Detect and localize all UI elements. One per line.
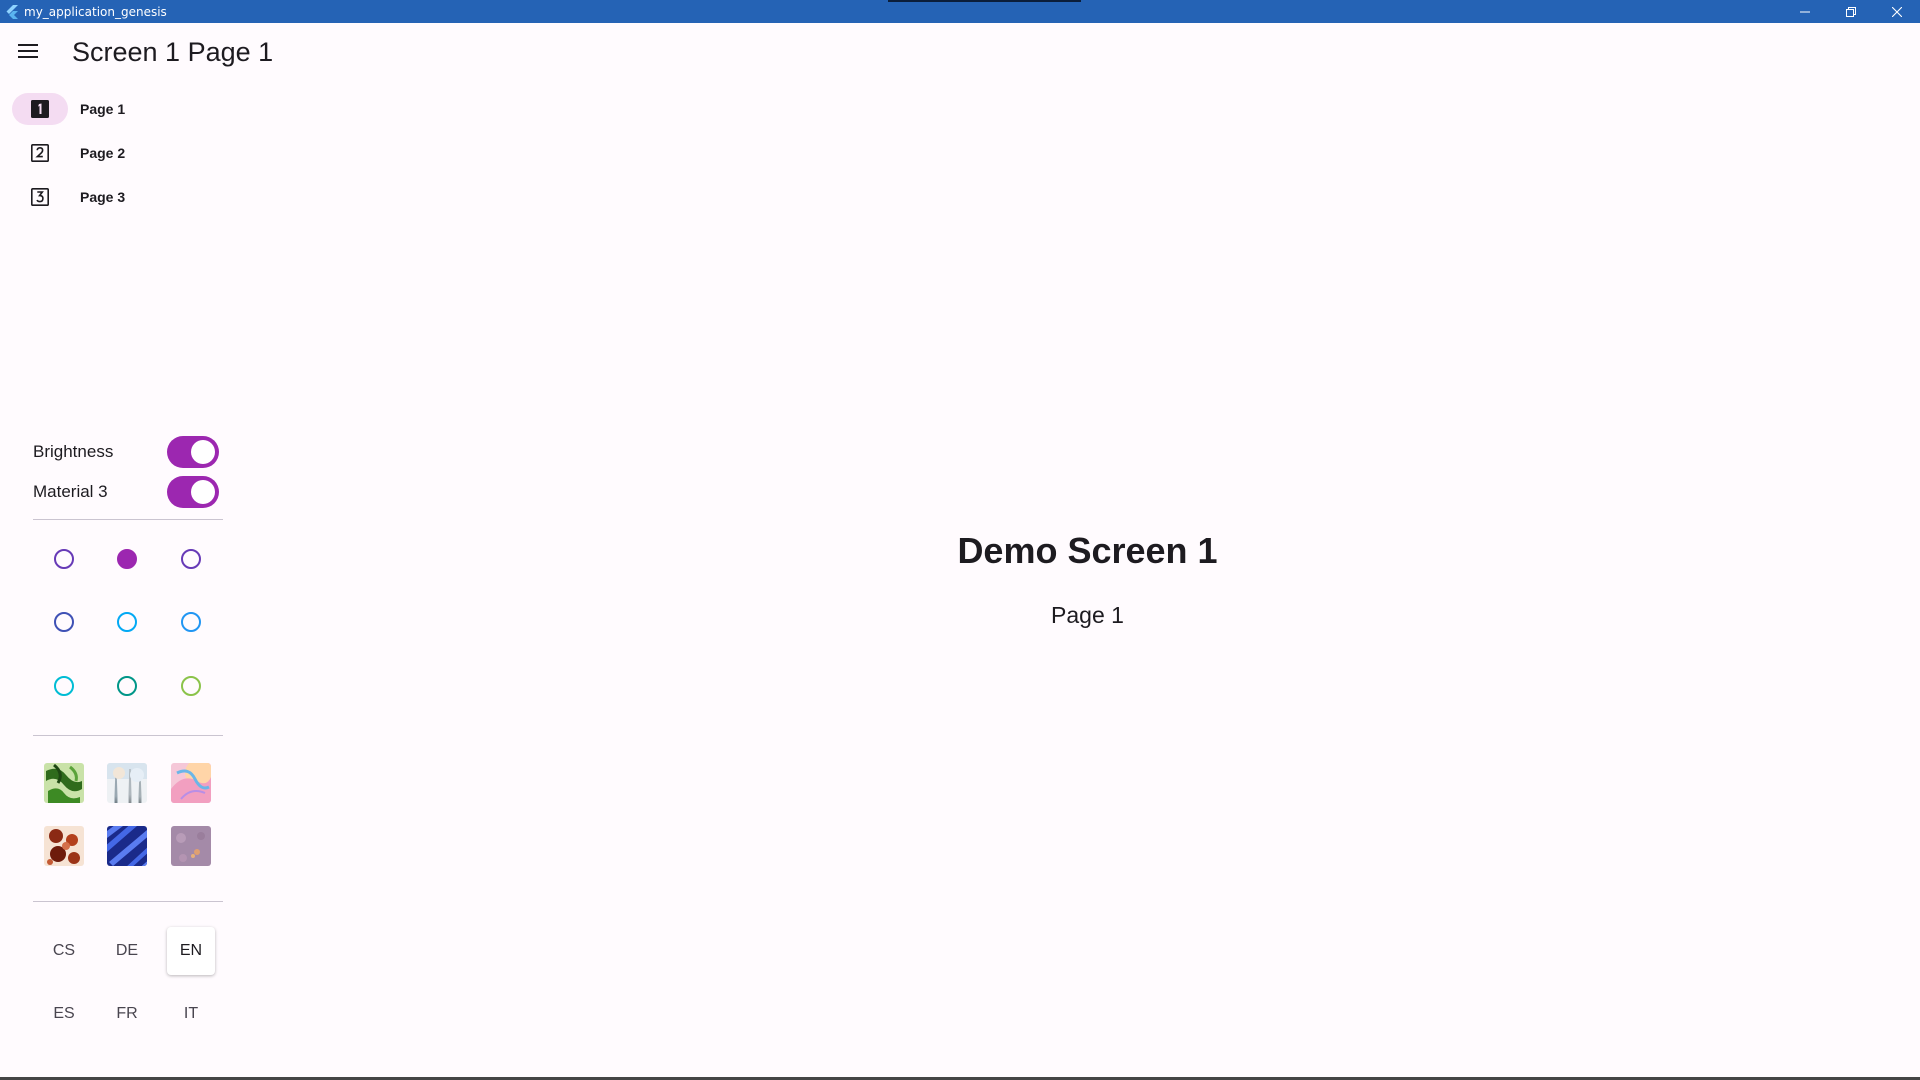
nav-item-label: Page 3 [80,189,126,205]
titlebar-accent [888,0,1081,2]
material3-setting: Material 3 [33,474,223,510]
language-cs-button[interactable]: CS [40,927,88,975]
language-es-button[interactable]: ES [40,990,88,1038]
window-titlebar[interactable]: my_application_genesis [0,0,1920,23]
nav-item-label: Page 2 [80,145,126,161]
material3-switch[interactable] [167,476,219,508]
pastel-swirl-image[interactable] [171,763,211,803]
restore-button[interactable] [1828,0,1874,23]
main-subheading: Page 1 [1051,602,1124,628]
filter-2-icon [30,143,49,162]
divider [33,901,223,902]
color-option-indigo[interactable] [54,612,74,632]
mauve-texture-image[interactable] [171,826,211,866]
filter-3-icon [30,187,49,206]
color-option-purple[interactable] [117,549,137,569]
material3-label: Material 3 [33,482,108,501]
close-button[interactable] [1874,0,1920,23]
menu-icon [18,44,38,58]
switch-thumb [191,480,215,504]
brightness-setting: Brightness [33,434,223,470]
color-option-light-blue[interactable] [117,612,137,632]
color-option-cyan[interactable] [54,676,74,696]
brightness-label: Brightness [33,442,114,461]
language-it-button[interactable]: IT [167,990,215,1038]
minimize-button[interactable] [1782,0,1828,23]
divider [33,519,223,520]
nav-item-page-2[interactable]: Page 2 [12,137,172,169]
color-option-teal[interactable] [117,676,137,696]
switch-thumb [191,440,215,464]
green-leaves-image[interactable] [44,763,84,803]
nav-item-page-3[interactable]: Page 3 [12,181,172,213]
winter-trees-image[interactable] [107,763,147,803]
close-icon [1892,6,1902,17]
blue-stripes-image[interactable] [107,826,147,866]
color-option-blue[interactable] [181,612,201,632]
nav-item-label: Page 1 [80,101,126,117]
flutter-icon [4,4,20,20]
color-option-violet[interactable] [181,549,201,569]
nav-item-page-1[interactable]: Page 1 [12,93,172,125]
window-title: my_application_genesis [24,4,167,19]
divider [33,735,223,736]
minimize-icon [1800,11,1810,12]
restore-icon [1846,6,1856,17]
language-de-button[interactable]: DE [103,927,151,975]
color-option-light-green[interactable] [181,676,201,696]
app-bar: Screen 1 Page 1 [0,23,1920,83]
main-heading: Demo Screen 1 [957,530,1218,571]
menu-button[interactable] [14,39,42,63]
filter-1-icon [31,100,49,118]
color-option-deep-purple[interactable] [54,549,74,569]
page-title: Screen 1 Page 1 [72,37,274,67]
language-en-button[interactable]: EN [167,927,215,975]
brightness-switch[interactable] [167,436,219,468]
red-floral-image[interactable] [44,826,84,866]
language-fr-button[interactable]: FR [103,990,151,1038]
